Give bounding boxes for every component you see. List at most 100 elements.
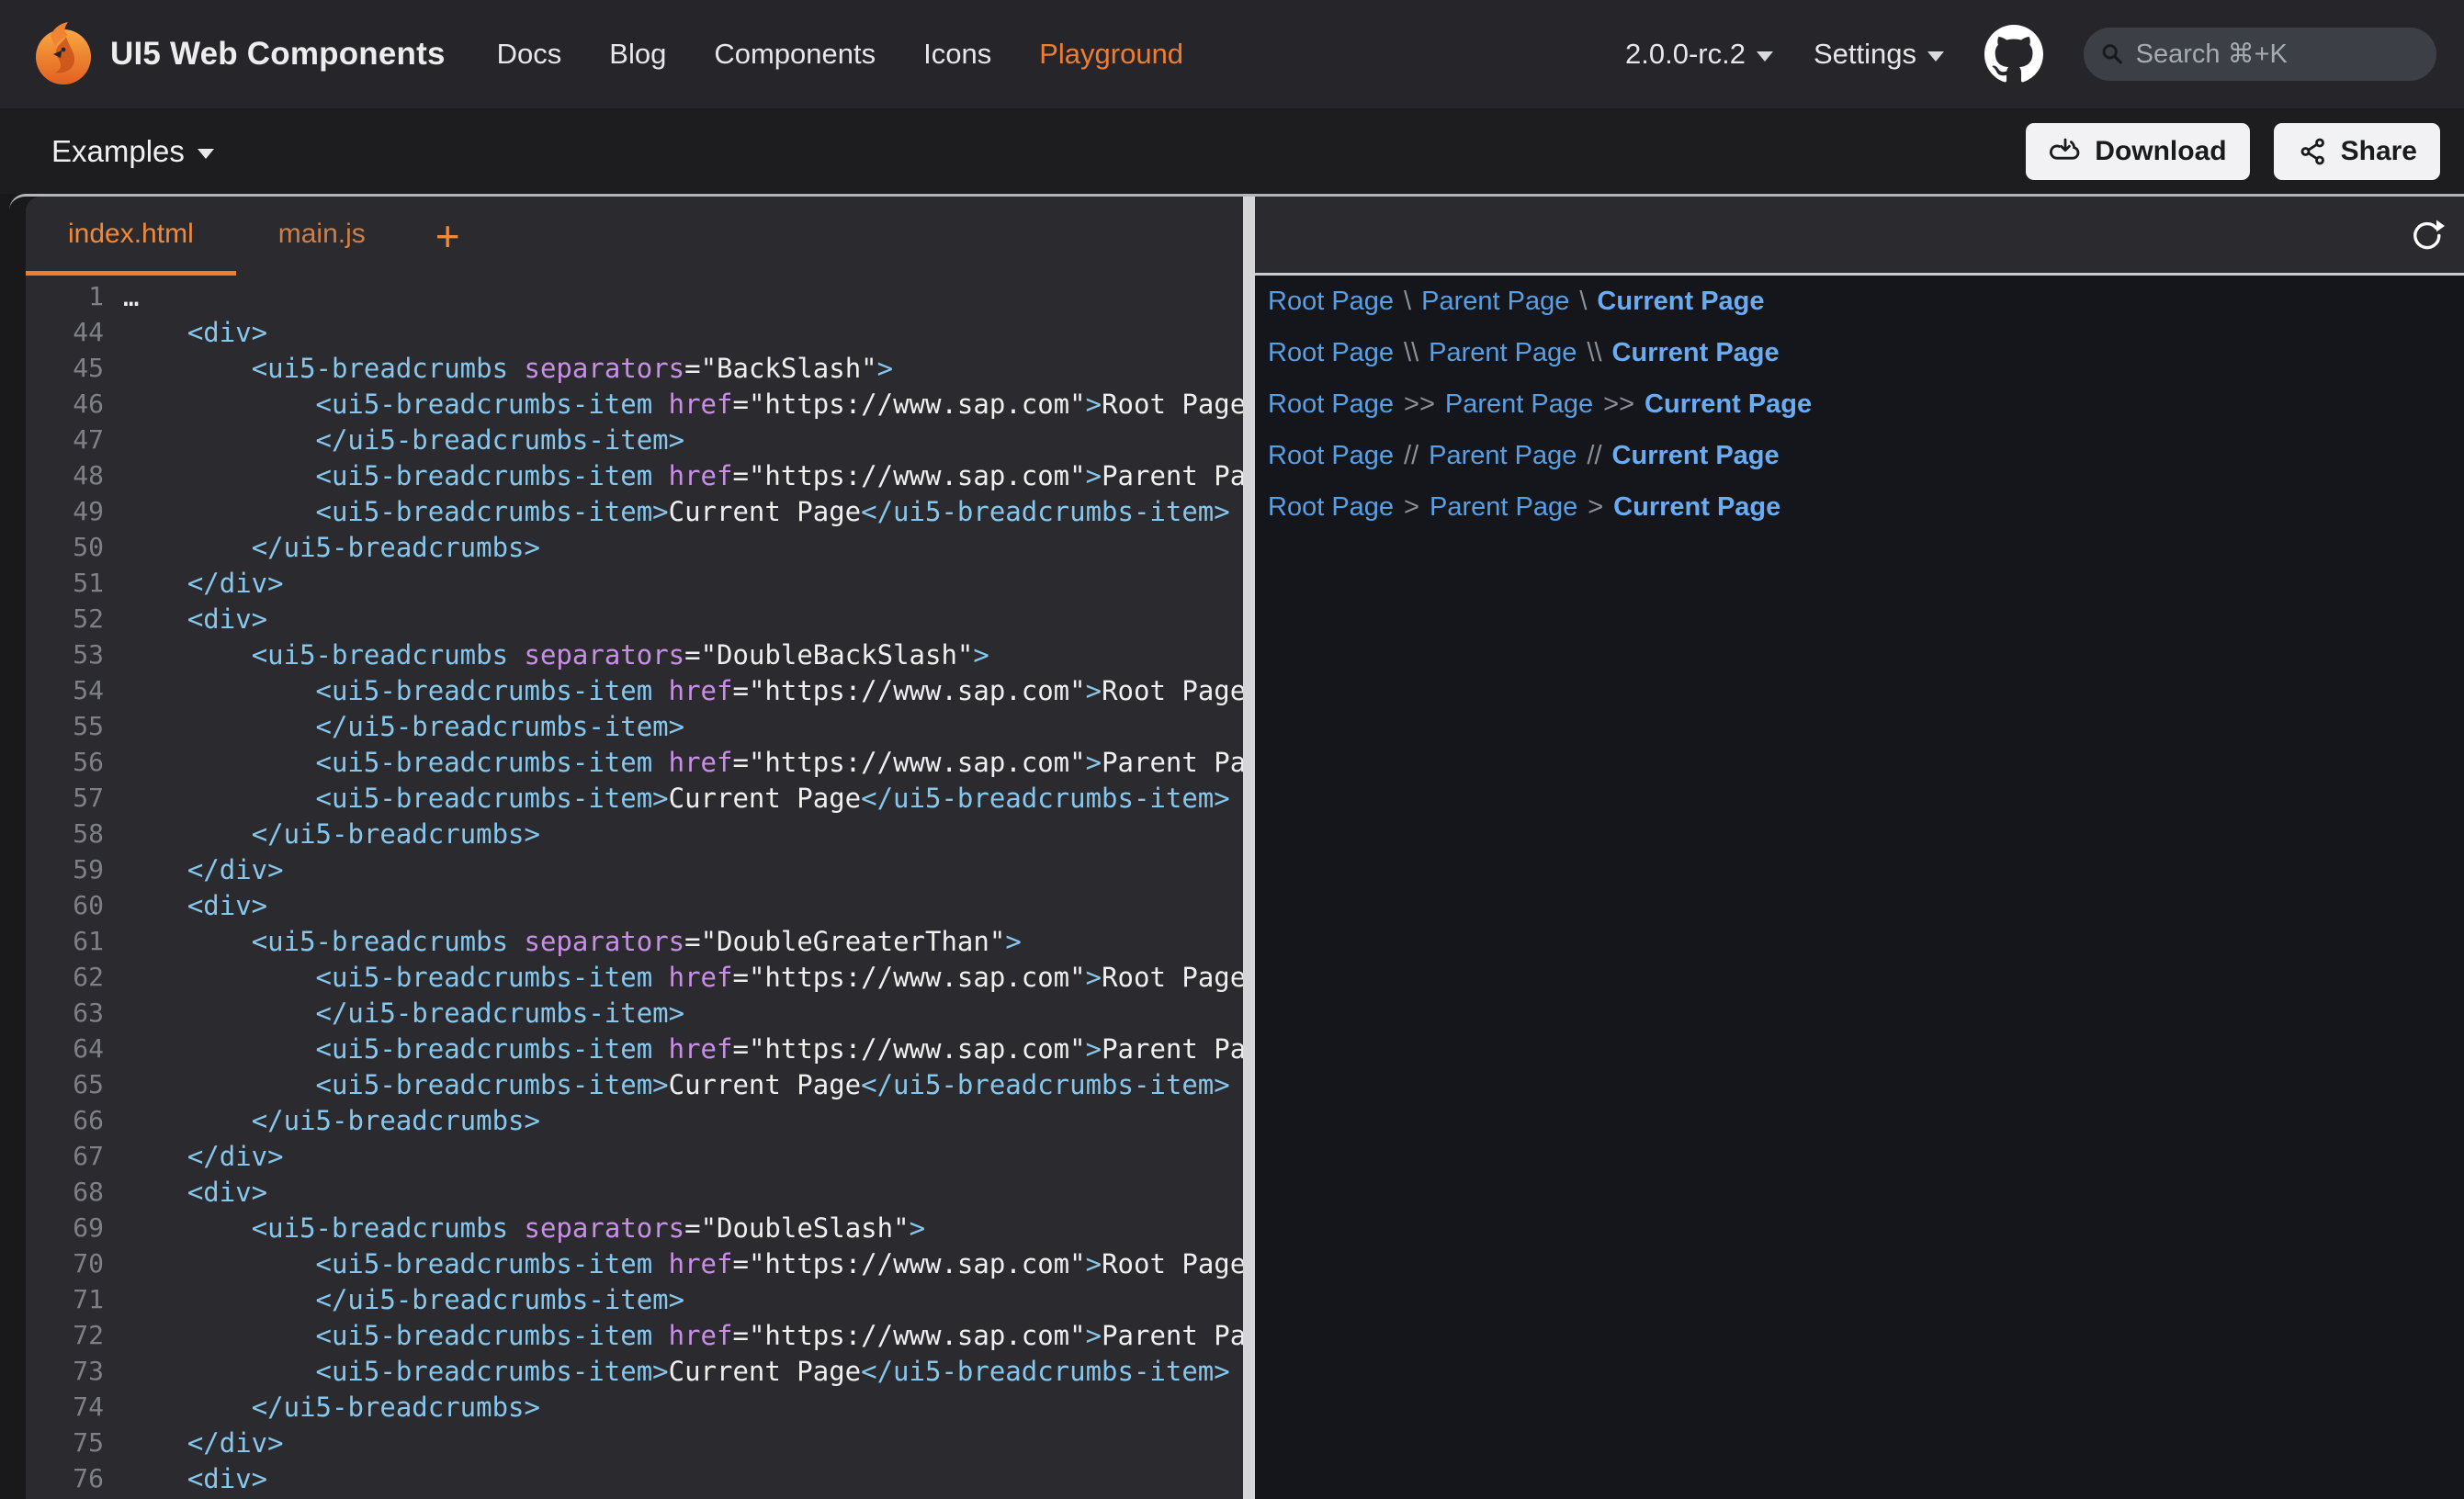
breadcrumb-current: Current Page	[1645, 389, 1812, 420]
examples-dropdown[interactable]: Examples	[51, 134, 214, 169]
breadcrumb-separator: \	[1579, 287, 1587, 317]
code-text: <ui5-breadcrumbs-item href="https://www.…	[123, 747, 1243, 778]
header-right: 2.0.0-rc.2 Settings	[1625, 25, 2436, 84]
nav-item-playground[interactable]: Playground	[1039, 38, 1183, 71]
code-line: 63 </ui5-breadcrumbs-item>	[26, 995, 1243, 1031]
code-line: 52 <div>	[26, 601, 1243, 637]
line-number: 70	[26, 1248, 104, 1279]
line-number: 62	[26, 962, 104, 992]
code-area[interactable]: 1…44 <div>45 <ui5-breadcrumbs separators…	[26, 276, 1243, 1499]
code-text: </ui5-breadcrumbs>	[123, 1105, 540, 1136]
code-text: <div>	[123, 603, 267, 635]
code-text: <ui5-breadcrumbs-item href="https://www.…	[123, 1033, 1243, 1065]
code-text: <ui5-breadcrumbs separators="DoubleGreat…	[123, 926, 1022, 957]
line-number: 51	[26, 568, 104, 598]
code-text: </div>	[123, 1141, 284, 1172]
code-line: 61 <ui5-breadcrumbs separators="DoubleGr…	[26, 923, 1243, 959]
search-icon	[2100, 40, 2125, 68]
line-number: 60	[26, 890, 104, 920]
code-line: 69 <ui5-breadcrumbs separators="DoubleSl…	[26, 1210, 1243, 1245]
nav-item-docs[interactable]: Docs	[497, 38, 562, 71]
breadcrumb-current: Current Page	[1613, 492, 1780, 523]
code-text: </ui5-breadcrumbs-item>	[123, 711, 684, 742]
breadcrumb-link[interactable]: Root Page	[1268, 287, 1394, 317]
preview-pane: Root Page\Parent Page\Current PageRoot P…	[1255, 197, 2464, 1499]
share-button[interactable]: Share	[2274, 123, 2440, 180]
nav-item-icons[interactable]: Icons	[923, 38, 991, 71]
code-line: 58 </ui5-breadcrumbs>	[26, 816, 1243, 851]
breadcrumb-link[interactable]: Parent Page	[1430, 492, 1577, 523]
line-number: 53	[26, 639, 104, 670]
version-label: 2.0.0-rc.2	[1625, 38, 1746, 71]
code-line: 55 </ui5-breadcrumbs-item>	[26, 708, 1243, 744]
code-line: 49 <ui5-breadcrumbs-item>Current Page</u…	[26, 493, 1243, 529]
line-number: 64	[26, 1033, 104, 1064]
breadcrumb-link[interactable]: Root Page	[1268, 389, 1394, 420]
code-text: <ui5-breadcrumbs-item>Current Page</ui5-…	[123, 1356, 1230, 1387]
breadcrumb-link[interactable]: Parent Page	[1429, 441, 1577, 471]
breadcrumbs-row: Root Page\\Parent Page\\Current Page	[1268, 327, 2464, 378]
breadcrumb-separator: //	[1587, 441, 1601, 471]
github-icon	[1984, 25, 2043, 84]
caret-down-icon	[198, 149, 214, 159]
code-text: </div>	[123, 568, 284, 599]
code-line: 74 </ui5-breadcrumbs>	[26, 1389, 1243, 1425]
line-number: 65	[26, 1069, 104, 1099]
share-icon	[2297, 136, 2328, 167]
pane-divider[interactable]	[1243, 197, 1255, 1499]
tab-index-html[interactable]: index.html	[26, 197, 236, 276]
code-line: 51 </div>	[26, 565, 1243, 601]
search-box[interactable]	[2084, 28, 2436, 81]
settings-dropdown[interactable]: Settings	[1814, 38, 1944, 71]
line-number: 46	[26, 389, 104, 419]
breadcrumbs-row: Root Page>>Parent Page>>Current Page	[1268, 378, 2464, 430]
code-text: <ui5-breadcrumbs-item>Current Page</ui5-…	[123, 783, 1230, 814]
code-line: 66 </ui5-breadcrumbs>	[26, 1102, 1243, 1138]
code-line: 59 </div>	[26, 851, 1243, 887]
breadcrumb-link[interactable]: Parent Page	[1429, 338, 1577, 368]
line-number: 52	[26, 603, 104, 634]
code-line: 47 </ui5-breadcrumbs-item>	[26, 422, 1243, 457]
breadcrumb-separator: >>	[1603, 389, 1634, 420]
line-number: 56	[26, 747, 104, 777]
breadcrumb-link[interactable]: Parent Page	[1421, 287, 1569, 317]
add-tab-button[interactable]: +	[421, 197, 475, 276]
breadcrumbs-row: Root Page//Parent Page//Current Page	[1268, 430, 2464, 481]
line-number: 74	[26, 1392, 104, 1422]
line-number: 48	[26, 460, 104, 490]
line-number: 47	[26, 424, 104, 455]
line-number: 71	[26, 1284, 104, 1314]
editor-tabs: index.htmlmain.js +	[26, 197, 1243, 276]
line-number: 1	[26, 281, 104, 311]
code-line: 70 <ui5-breadcrumbs-item href="https://w…	[26, 1245, 1243, 1281]
breadcrumb-link[interactable]: Parent Page	[1445, 389, 1593, 420]
nav-item-blog[interactable]: Blog	[609, 38, 666, 71]
share-label: Share	[2341, 136, 2417, 167]
code-text: </ui5-breadcrumbs>	[123, 532, 540, 563]
code-text: <ui5-breadcrumbs-item href="https://www.…	[123, 675, 1243, 706]
code-line: 44 <div>	[26, 314, 1243, 350]
tab-main-js[interactable]: main.js	[236, 197, 408, 276]
settings-label: Settings	[1814, 38, 1916, 71]
refresh-button[interactable]	[2405, 214, 2447, 256]
breadcrumb-link[interactable]: Root Page	[1268, 338, 1394, 368]
code-line: 1…	[26, 278, 1243, 314]
brand-link[interactable]: UI5 Web Components	[31, 22, 446, 86]
breadcrumbs-row: Root Page>Parent Page>Current Page	[1268, 481, 2464, 533]
breadcrumb-separator: >	[1404, 492, 1419, 523]
github-link[interactable]	[1984, 25, 2043, 84]
toolbar-actions: Download Share	[2026, 123, 2440, 180]
code-line: 62 <ui5-breadcrumbs-item href="https://w…	[26, 959, 1243, 995]
code-line: 53 <ui5-breadcrumbs separators="DoubleBa…	[26, 637, 1243, 672]
breadcrumbs-row: Root Page\Parent Page\Current Page	[1268, 276, 2464, 327]
breadcrumb-link[interactable]: Root Page	[1268, 441, 1394, 471]
search-input[interactable]	[2136, 39, 2420, 70]
breadcrumb-link[interactable]: Root Page	[1268, 492, 1394, 523]
code-text: </ui5-breadcrumbs-item>	[123, 424, 684, 456]
code-line: 60 <div>	[26, 887, 1243, 923]
nav-item-components[interactable]: Components	[714, 38, 876, 71]
download-button[interactable]: Download	[2026, 123, 2249, 180]
version-dropdown[interactable]: 2.0.0-rc.2	[1625, 38, 1773, 71]
line-number: 76	[26, 1463, 104, 1493]
code-text: </ui5-breadcrumbs>	[123, 818, 540, 850]
